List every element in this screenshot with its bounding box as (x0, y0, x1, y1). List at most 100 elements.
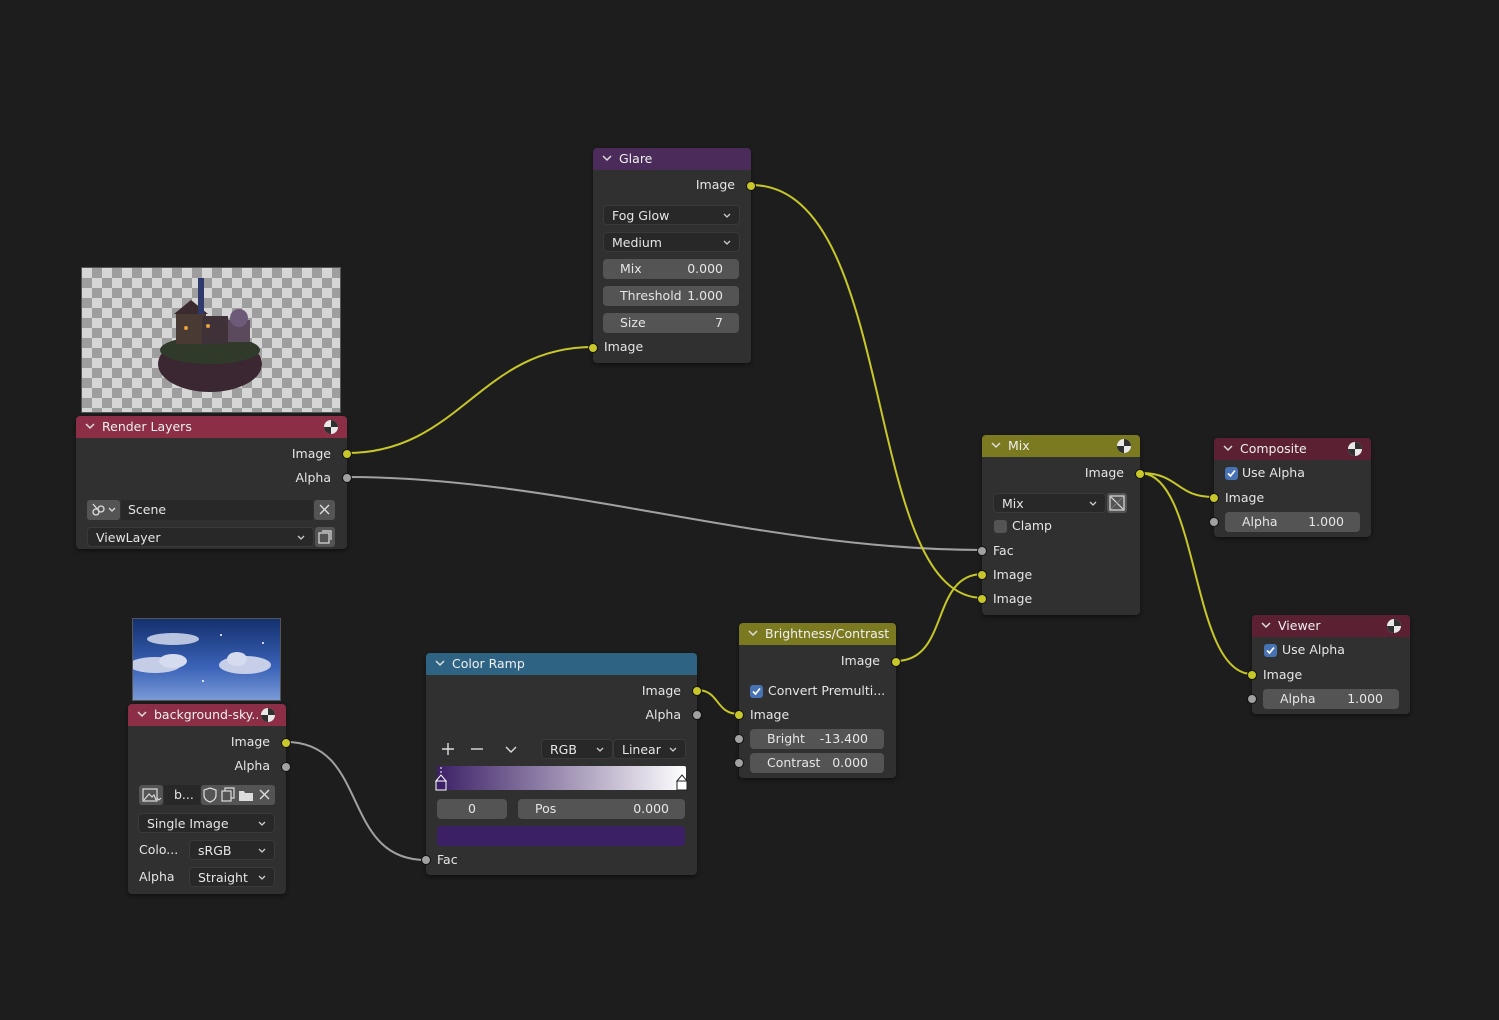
scene-field[interactable]: Scene (121, 500, 313, 520)
preview-toggle-icon[interactable] (323, 419, 339, 435)
chevron-down-icon[interactable] (748, 626, 758, 640)
close-icon[interactable] (256, 785, 274, 805)
mix-node[interactable]: Mix Image Mix Clamp Fac Image Image (977, 435, 1145, 615)
stop-index-field[interactable]: 0 (437, 799, 507, 819)
chevron-down-icon[interactable] (602, 151, 612, 165)
color-ramp-node[interactable]: Color Ramp Image Alpha RGB Linear 0 Pos … (421, 653, 702, 875)
use-alpha-checkbox[interactable] (1225, 467, 1238, 480)
chevron-down-icon[interactable] (85, 419, 95, 433)
output-socket-alpha[interactable] (281, 762, 291, 772)
output-socket-image[interactable] (1135, 469, 1145, 479)
output-socket-image[interactable] (342, 449, 352, 459)
chevron-down-icon (297, 535, 305, 540)
glare-header[interactable]: Glare (593, 148, 751, 170)
use-alpha-checkbox[interactable] (1264, 644, 1277, 657)
preview-toggle-icon[interactable] (260, 707, 276, 723)
preview-toggle-icon[interactable] (1386, 618, 1402, 634)
chevron-down-icon[interactable] (991, 438, 1001, 452)
render-layers-node[interactable]: Render Layers Image Alpha Scene ViewLaye… (76, 416, 352, 549)
scene-clear-button[interactable] (314, 500, 335, 520)
input-socket-image[interactable] (1247, 670, 1257, 680)
blend-mode-select[interactable]: Mix (993, 493, 1106, 513)
input-socket-image-1[interactable] (977, 570, 987, 580)
input-socket-fac[interactable] (977, 546, 987, 556)
output-socket-image[interactable] (891, 657, 901, 667)
fake-user-icon[interactable] (201, 785, 219, 805)
image-name-field[interactable]: b... (164, 785, 200, 805)
color-mode-select[interactable]: RGB (541, 739, 613, 759)
glare-size-field[interactable]: Size 7 (603, 313, 739, 333)
preview-toggle-icon[interactable] (1116, 438, 1132, 454)
sky-preview (132, 618, 281, 701)
render-layer-button[interactable] (315, 527, 335, 547)
preview-toggle-icon[interactable] (1347, 441, 1363, 457)
viewer-header[interactable]: Viewer (1252, 615, 1410, 637)
chevron-down-icon[interactable] (1261, 618, 1271, 632)
color-ramp-header[interactable]: Color Ramp (426, 653, 697, 675)
input-socket-image[interactable] (588, 343, 598, 353)
bright-field[interactable]: Bright -13.400 (750, 729, 884, 749)
input-socket-image[interactable] (1209, 493, 1219, 503)
duplicate-icon[interactable] (219, 785, 237, 805)
glare-type-select[interactable]: Fog Glow (603, 205, 740, 225)
view-layer-select[interactable]: ViewLayer (87, 527, 314, 547)
viewer-node[interactable]: Viewer Use Alpha Image Alpha 1.000 (1247, 615, 1410, 714)
input-socket-contrast[interactable] (734, 758, 744, 768)
convert-premultiplied-label: Convert Premulti... (768, 683, 886, 698)
clamp-checkbox[interactable] (994, 520, 1007, 533)
node-title: Viewer (1278, 618, 1321, 633)
brightness-contrast-node[interactable]: Brightness/Contrast Image Convert Premul… (734, 623, 901, 778)
chevron-down-icon[interactable] (435, 656, 445, 670)
output-socket-alpha[interactable] (342, 473, 352, 483)
alpha-field[interactable]: Alpha 1.000 (1263, 689, 1399, 709)
output-socket-image[interactable] (692, 686, 702, 696)
brightness-contrast-header[interactable]: Brightness/Contrast (739, 623, 896, 645)
output-socket-image[interactable] (281, 738, 291, 748)
glare-quality-select[interactable]: Medium (603, 232, 740, 252)
stop-color-swatch[interactable] (437, 826, 685, 846)
image-browse-button[interactable] (139, 785, 163, 805)
input-socket-fac[interactable] (421, 855, 431, 865)
add-stop-icon[interactable] (438, 739, 458, 759)
output-socket-image[interactable] (746, 181, 756, 191)
input-socket-alpha[interactable] (1247, 694, 1257, 704)
input-socket-image[interactable] (734, 710, 744, 720)
interpolation-select[interactable]: Linear (613, 739, 686, 759)
chevron-down-icon[interactable] (1223, 441, 1233, 455)
ramp-stop-handle-end[interactable] (676, 767, 688, 791)
image-header[interactable]: background-sky... (128, 704, 286, 726)
colorspace-select[interactable]: sRGB (189, 840, 275, 860)
glare-mix-field[interactable]: Mix 0.000 (603, 259, 739, 279)
scene-browse-button[interactable] (87, 500, 120, 520)
use-alpha-toggle[interactable] (1107, 493, 1127, 513)
input-socket-bright[interactable] (734, 734, 744, 744)
alpha-mode-select[interactable]: Straight (189, 867, 275, 887)
chevron-down-icon (723, 213, 731, 218)
chevron-down-icon[interactable] (137, 707, 147, 721)
output-socket-alpha[interactable] (692, 710, 702, 720)
output-label: Alpha (645, 707, 681, 722)
input-socket-image-2[interactable] (977, 594, 987, 604)
render-layers-header[interactable]: Render Layers (76, 416, 347, 438)
color-ramp-gradient[interactable] (437, 766, 686, 790)
image-source-select[interactable]: Single Image (138, 813, 275, 833)
ramp-stop-handle-start[interactable] (435, 767, 447, 791)
glare-node[interactable]: Glare Image Fog Glow Medium Mix 0.000 Th… (588, 148, 756, 363)
contrast-field[interactable]: Contrast 0.000 (750, 753, 884, 773)
colorspace-label: Colo... (139, 842, 179, 857)
remove-stop-icon[interactable] (467, 739, 487, 759)
composite-header[interactable]: Composite (1214, 438, 1371, 460)
chevron-down-icon (258, 875, 266, 880)
chevron-down-icon[interactable] (501, 739, 521, 759)
output-label: Image (291, 446, 331, 461)
image-node[interactable]: background-sky... Image Alpha b... Singl… (128, 704, 291, 894)
chevron-down-icon (258, 848, 266, 853)
convert-premultiplied-checkbox[interactable] (750, 685, 763, 698)
composite-node[interactable]: Composite Use Alpha Image Alpha 1.000 (1209, 438, 1371, 537)
input-socket-alpha[interactable] (1209, 517, 1219, 527)
mix-header[interactable]: Mix (982, 435, 1140, 457)
folder-icon[interactable] (237, 785, 255, 805)
glare-threshold-field[interactable]: Threshold 1.000 (603, 286, 739, 306)
stop-position-field[interactable]: Pos 0.000 (518, 799, 685, 819)
alpha-field[interactable]: Alpha 1.000 (1225, 512, 1360, 532)
